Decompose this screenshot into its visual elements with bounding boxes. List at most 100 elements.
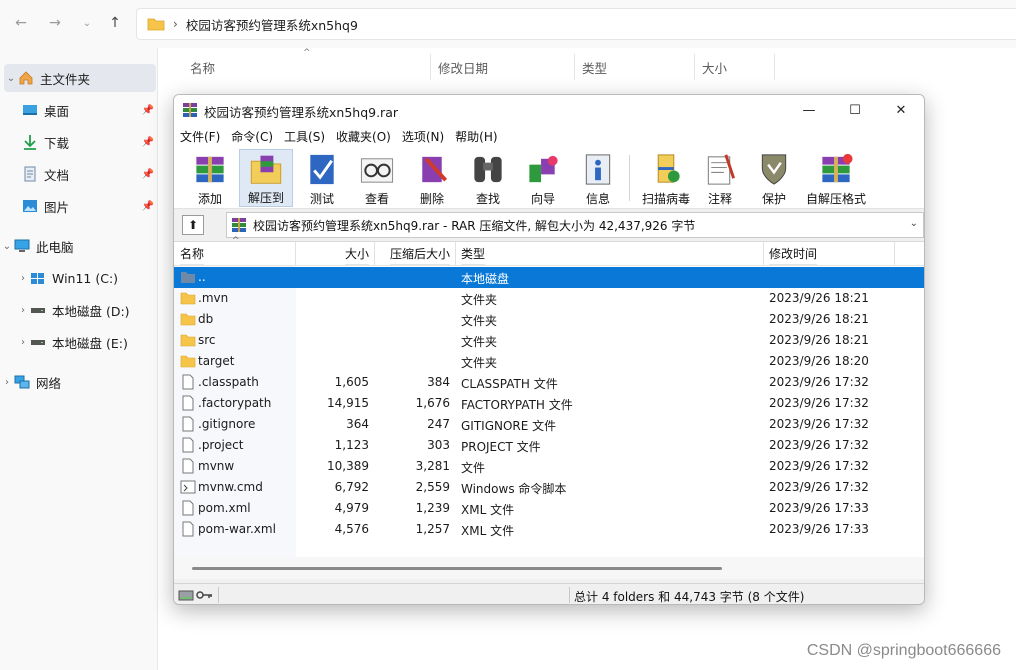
pin-icon[interactable]: 📌 — [142, 137, 154, 148]
table-row[interactable]: .classpath 1,605 384 CLASSPATH 文件 2023/9… — [174, 372, 924, 393]
table-row[interactable]: db 文件夹 2023/9/26 18:21 — [174, 309, 924, 330]
table-row[interactable]: target 文件夹 2023/9/26 18:20 — [174, 351, 924, 372]
sidebar-item-drive-c[interactable]: › Win11 (C:) — [0, 264, 158, 292]
column-divider[interactable] — [455, 242, 456, 265]
drive-icon — [31, 340, 45, 345]
view-button[interactable]: 查看 — [351, 149, 403, 207]
comment-button[interactable]: 注释 — [696, 149, 744, 207]
test-button[interactable]: 测试 — [298, 149, 346, 207]
address-bar[interactable]: › 校园访客预约管理系统xn5hq9 — [136, 8, 1016, 40]
cell-packed: 1,257 — [415, 522, 450, 536]
column-divider[interactable] — [694, 54, 695, 80]
cell-size: 364 — [346, 417, 369, 431]
column-divider[interactable] — [430, 54, 431, 80]
chevron-down-icon[interactable]: ⌄ — [0, 241, 14, 252]
minimize-button[interactable]: — — [786, 95, 832, 125]
column-header-type[interactable]: 类型 — [461, 242, 486, 265]
sidebar-item-this-pc[interactable]: ⌄ 此电脑 — [0, 232, 158, 260]
column-header-packed[interactable]: 压缩后大小 — [389, 242, 450, 265]
pin-icon[interactable]: 📌 — [142, 201, 154, 212]
menu-options[interactable]: 选项(N) — [402, 128, 444, 145]
chevron-right-icon[interactable]: › — [16, 273, 30, 284]
info-button[interactable]: 信息 — [572, 149, 624, 207]
cell-size: 10,389 — [327, 459, 369, 473]
column-header-size[interactable]: 大小 — [702, 58, 727, 77]
pin-icon[interactable]: 📌 — [142, 169, 154, 180]
maximize-button[interactable]: ☐ — [832, 95, 878, 125]
table-row[interactable]: mvnw.cmd 6,792 2,559 Windows 命令脚本 2023/9… — [174, 477, 924, 498]
cell-name: .. — [198, 270, 206, 284]
sidebar-item-label: 网络 — [36, 375, 62, 391]
add-button[interactable]: 添加 — [184, 149, 236, 207]
sidebar-item-drive-d[interactable]: › 本地磁盘 (D:) — [0, 296, 158, 324]
sidebar-item-desktop[interactable]: 桌面 📌 — [0, 96, 158, 124]
protect-button[interactable]: 保护 — [748, 149, 800, 207]
table-row[interactable]: mvnw 10,389 3,281 文件 2023/9/26 17:32 — [174, 456, 924, 477]
sidebar-item-drive-e[interactable]: › 本地磁盘 (E:) — [0, 328, 158, 356]
menu-bar: 文件(F) 命令(C) 工具(S) 收藏夹(O) 选项(N) 帮助(H) — [174, 125, 924, 147]
table-row[interactable]: .mvn 文件夹 2023/9/26 18:21 — [174, 288, 924, 309]
column-divider[interactable] — [295, 242, 296, 265]
sidebar-item-label: 下载 — [44, 135, 70, 151]
recent-chevron-icon[interactable]: ⌄ — [76, 12, 98, 34]
maximize-icon: ☐ — [849, 102, 861, 118]
sidebar-item-home[interactable]: ⌄ 主文件夹 — [4, 64, 156, 92]
sidebar-item-downloads[interactable]: 下载 📌 — [0, 128, 158, 156]
scrollbar-thumb[interactable] — [192, 567, 722, 570]
menu-help[interactable]: 帮助(H) — [455, 128, 497, 145]
wizard-button[interactable]: 向导 — [517, 149, 569, 207]
chevron-down-icon[interactable]: ⌄ — [910, 218, 918, 229]
column-header-modified[interactable]: 修改日期 — [438, 58, 488, 77]
cell-time: 2023/9/26 17:32 — [769, 417, 869, 431]
toolbar-label: 注释 — [707, 192, 732, 206]
find-button[interactable]: 查找 — [462, 149, 514, 207]
forward-arrow-icon[interactable]: → — [44, 12, 66, 34]
column-divider[interactable] — [774, 54, 775, 80]
extract-to-button[interactable]: 解压到 — [239, 149, 293, 207]
disk-key-icon[interactable] — [178, 587, 214, 603]
horizontal-scrollbar[interactable] — [174, 557, 924, 579]
table-row[interactable]: .gitignore 364 247 GITIGNORE 文件 2023/9/2… — [174, 414, 924, 435]
pin-icon[interactable]: 📌 — [142, 105, 154, 116]
table-row[interactable]: pom.xml 4,979 1,239 XML 文件 2023/9/26 17:… — [174, 498, 924, 519]
chevron-down-icon[interactable]: ⌄ — [4, 73, 18, 84]
table-row[interactable]: .. 本地磁盘 — [174, 267, 924, 288]
column-header-name[interactable]: 名称 — [180, 242, 205, 265]
column-divider[interactable] — [763, 242, 764, 265]
table-row[interactable]: .project 1,123 303 PROJECT 文件 2023/9/26 … — [174, 435, 924, 456]
menu-file[interactable]: 文件(F) — [180, 128, 220, 145]
menu-favorites[interactable]: 收藏夹(O) — [336, 128, 391, 145]
up-one-level-button[interactable]: ⬆ — [182, 215, 204, 235]
close-button[interactable]: ✕ — [878, 95, 924, 125]
chevron-right-icon[interactable]: › — [0, 377, 14, 388]
toolbar-label: 信息 — [585, 192, 610, 206]
column-divider[interactable] — [894, 242, 895, 265]
column-header-size[interactable]: 大小 — [344, 242, 369, 265]
table-row[interactable]: src 文件夹 2023/9/26 18:21 — [174, 330, 924, 351]
sidebar-item-documents[interactable]: 文档 📌 — [0, 160, 158, 188]
menu-commands[interactable]: 命令(C) — [231, 128, 273, 145]
column-header-name[interactable]: 名称 — [190, 58, 215, 77]
delete-button[interactable]: 删除 — [406, 149, 458, 207]
back-arrow-icon[interactable]: ← — [10, 12, 32, 34]
column-divider[interactable] — [574, 54, 575, 80]
table-row[interactable]: .factorypath 14,915 1,676 FACTORYPATH 文件… — [174, 393, 924, 414]
column-header-type[interactable]: 类型 — [582, 58, 607, 77]
sidebar-item-network[interactable]: › 网络 — [0, 368, 158, 396]
menu-tools[interactable]: 工具(S) — [284, 128, 325, 145]
sidebar-item-pictures[interactable]: 图片 📌 — [0, 192, 158, 220]
scan-virus-button[interactable]: 扫描病毒 — [634, 149, 698, 207]
column-divider[interactable] — [374, 242, 375, 265]
column-header-modified[interactable]: 修改时间 — [769, 242, 818, 265]
archive-path-combobox[interactable]: 校园访客预约管理系统xn5hq9.rar - RAR 压缩文件, 解包大小为 4… — [226, 212, 924, 238]
chevron-right-icon[interactable]: › — [16, 337, 30, 348]
path-bar: ⬆ 校园访客预约管理系统xn5hq9.rar - RAR 压缩文件, 解包大小为… — [174, 209, 924, 241]
cell-time: 2023/9/26 17:32 — [769, 396, 869, 410]
chevron-right-icon[interactable]: › — [16, 305, 30, 316]
up-arrow-icon[interactable]: ↑ — [104, 12, 126, 34]
status-divider — [569, 587, 570, 603]
cell-name: src — [198, 333, 216, 347]
table-row[interactable]: pom-war.xml 4,576 1,257 XML 文件 2023/9/26… — [174, 519, 924, 540]
sfx-button[interactable]: 自解压格式 — [802, 149, 870, 207]
title-bar[interactable]: 校园访客预约管理系统xn5hq9.rar — ☐ ✕ — [174, 95, 924, 125]
